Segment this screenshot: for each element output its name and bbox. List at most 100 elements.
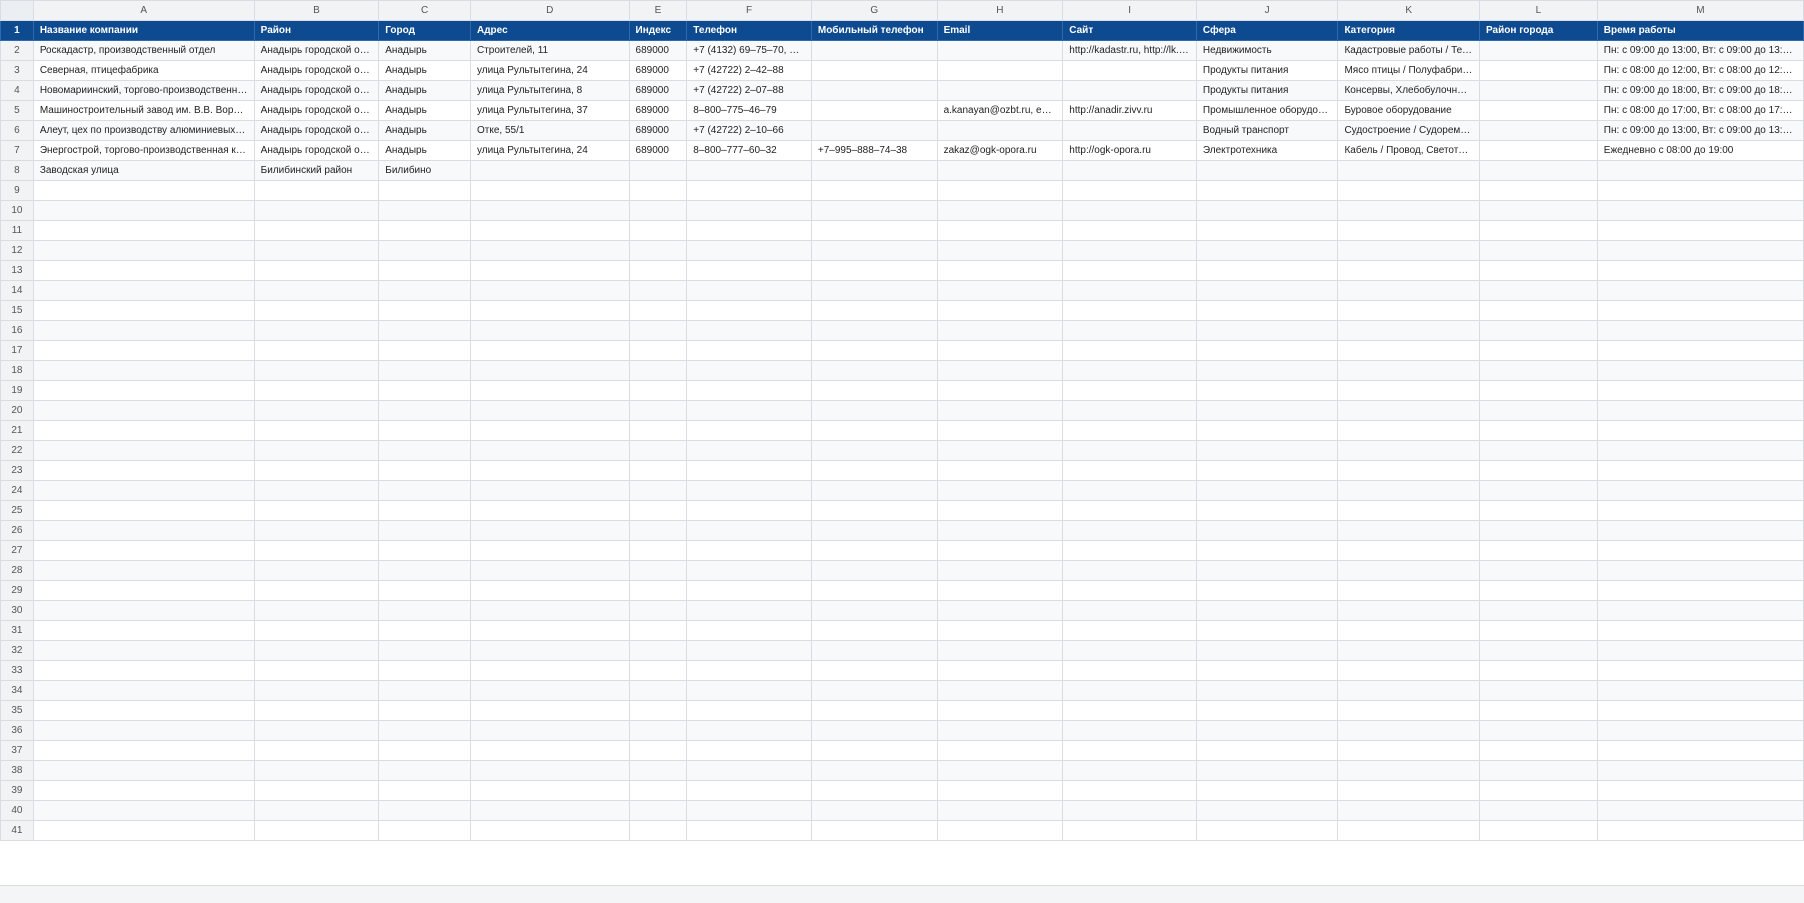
table-cell[interactable] xyxy=(810,360,938,381)
table-cell[interactable] xyxy=(378,620,471,641)
table-cell[interactable] xyxy=(936,420,1064,441)
table-cell[interactable] xyxy=(1195,360,1339,381)
table-cell[interactable] xyxy=(810,780,938,801)
header-cell[interactable]: Сфера xyxy=(1195,20,1339,41)
table-cell[interactable] xyxy=(628,800,688,821)
table-cell[interactable]: +7 (42722) 2‒10‒66 xyxy=(686,120,812,141)
table-cell[interactable] xyxy=(1596,160,1804,181)
table-cell[interactable] xyxy=(936,460,1064,481)
table-cell[interactable] xyxy=(628,500,688,521)
table-cell[interactable] xyxy=(1195,740,1339,761)
row-number[interactable]: 40 xyxy=(0,800,34,821)
table-cell[interactable] xyxy=(1479,560,1598,581)
table-cell[interactable] xyxy=(1596,340,1804,361)
table-cell[interactable] xyxy=(253,400,380,421)
table-cell[interactable] xyxy=(628,640,688,661)
table-cell[interactable] xyxy=(1337,320,1481,341)
table-cell[interactable] xyxy=(1596,360,1804,381)
table-cell[interactable] xyxy=(378,300,471,321)
row-number[interactable]: 12 xyxy=(0,240,34,261)
table-cell[interactable] xyxy=(628,540,688,561)
table-cell[interactable] xyxy=(1062,620,1197,641)
table-cell[interactable] xyxy=(1062,120,1197,141)
table-cell[interactable] xyxy=(936,820,1064,841)
table-cell[interactable] xyxy=(628,220,688,241)
table-cell[interactable] xyxy=(628,240,688,261)
table-cell[interactable]: Пн: с 09:00 до 13:00, Вт: с 09:00 до 13:… xyxy=(1596,120,1804,141)
table-cell[interactable] xyxy=(936,340,1064,361)
table-cell[interactable] xyxy=(1195,200,1339,221)
table-cell[interactable] xyxy=(1062,460,1197,481)
table-cell[interactable]: Недвижимость xyxy=(1195,40,1339,61)
table-cell[interactable] xyxy=(469,540,630,561)
table-cell[interactable] xyxy=(378,480,471,501)
table-cell[interactable] xyxy=(1479,480,1598,501)
table-cell[interactable]: Водный транспорт xyxy=(1195,120,1339,141)
row-number[interactable]: 27 xyxy=(0,540,34,561)
table-cell[interactable] xyxy=(810,700,938,721)
table-cell[interactable] xyxy=(1195,620,1339,641)
table-cell[interactable] xyxy=(1596,320,1804,341)
table-cell[interactable] xyxy=(253,380,380,401)
table-cell[interactable] xyxy=(686,520,812,541)
table-cell[interactable] xyxy=(1479,460,1598,481)
table-cell[interactable] xyxy=(32,320,255,341)
table-cell[interactable] xyxy=(1337,240,1481,261)
table-cell[interactable]: Анадырь городской округ xyxy=(253,140,380,161)
table-cell[interactable] xyxy=(628,700,688,721)
row-number[interactable]: 32 xyxy=(0,640,34,661)
table-cell[interactable] xyxy=(1195,700,1339,721)
table-cell[interactable] xyxy=(1195,380,1339,401)
table-cell[interactable] xyxy=(1195,760,1339,781)
table-cell[interactable] xyxy=(469,740,630,761)
table-cell[interactable] xyxy=(936,120,1064,141)
spreadsheet-grid[interactable]: A B C D E F G H I J K L M 1 Название ком… xyxy=(0,0,1804,885)
table-cell[interactable] xyxy=(810,620,938,641)
table-cell[interactable]: Северная, птицефабрика xyxy=(32,60,255,81)
table-cell[interactable] xyxy=(1337,360,1481,381)
table-cell[interactable]: Продукты питания xyxy=(1195,60,1339,81)
table-cell[interactable]: Анадырь xyxy=(378,140,471,161)
table-cell[interactable] xyxy=(936,760,1064,781)
table-cell[interactable] xyxy=(936,80,1064,101)
table-cell[interactable]: Энергострой, торгово-производственная ко… xyxy=(32,140,255,161)
table-cell[interactable] xyxy=(1479,640,1598,661)
table-cell[interactable] xyxy=(378,640,471,661)
table-cell[interactable] xyxy=(1479,60,1598,81)
table-cell[interactable]: Анадырь xyxy=(378,40,471,61)
table-cell[interactable]: Новомариинский, торгово-производственный… xyxy=(32,80,255,101)
table-cell[interactable] xyxy=(32,600,255,621)
row-number[interactable]: 22 xyxy=(0,440,34,461)
table-cell[interactable] xyxy=(810,560,938,581)
table-cell[interactable] xyxy=(469,660,630,681)
table-cell[interactable] xyxy=(936,220,1064,241)
table-cell[interactable] xyxy=(469,480,630,501)
table-cell[interactable] xyxy=(1596,560,1804,581)
table-cell[interactable] xyxy=(686,360,812,381)
table-cell[interactable] xyxy=(628,480,688,501)
table-cell[interactable] xyxy=(1062,200,1197,221)
table-cell[interactable] xyxy=(1062,320,1197,341)
table-cell[interactable] xyxy=(1062,800,1197,821)
table-cell[interactable]: Алеут, цех по производству алюминиевых л… xyxy=(32,120,255,141)
table-cell[interactable] xyxy=(378,820,471,841)
table-cell[interactable] xyxy=(1195,400,1339,421)
row-number[interactable]: 7 xyxy=(0,140,34,161)
table-cell[interactable] xyxy=(1596,680,1804,701)
table-cell[interactable] xyxy=(1195,600,1339,621)
table-cell[interactable]: http://ogk-opora.ru xyxy=(1062,140,1197,161)
table-cell[interactable] xyxy=(1062,740,1197,761)
table-cell[interactable] xyxy=(1337,420,1481,441)
table-cell[interactable] xyxy=(253,500,380,521)
row-number[interactable]: 10 xyxy=(0,200,34,221)
table-cell[interactable] xyxy=(469,460,630,481)
table-cell[interactable] xyxy=(1479,260,1598,281)
header-cell[interactable]: Адрес xyxy=(469,20,630,41)
table-cell[interactable] xyxy=(378,500,471,521)
table-cell[interactable]: 689000 xyxy=(628,140,688,161)
table-cell[interactable] xyxy=(810,580,938,601)
table-cell[interactable]: Анадырь xyxy=(378,100,471,121)
table-cell[interactable] xyxy=(1195,680,1339,701)
table-cell[interactable] xyxy=(628,780,688,801)
header-cell[interactable]: Сайт xyxy=(1062,20,1197,41)
